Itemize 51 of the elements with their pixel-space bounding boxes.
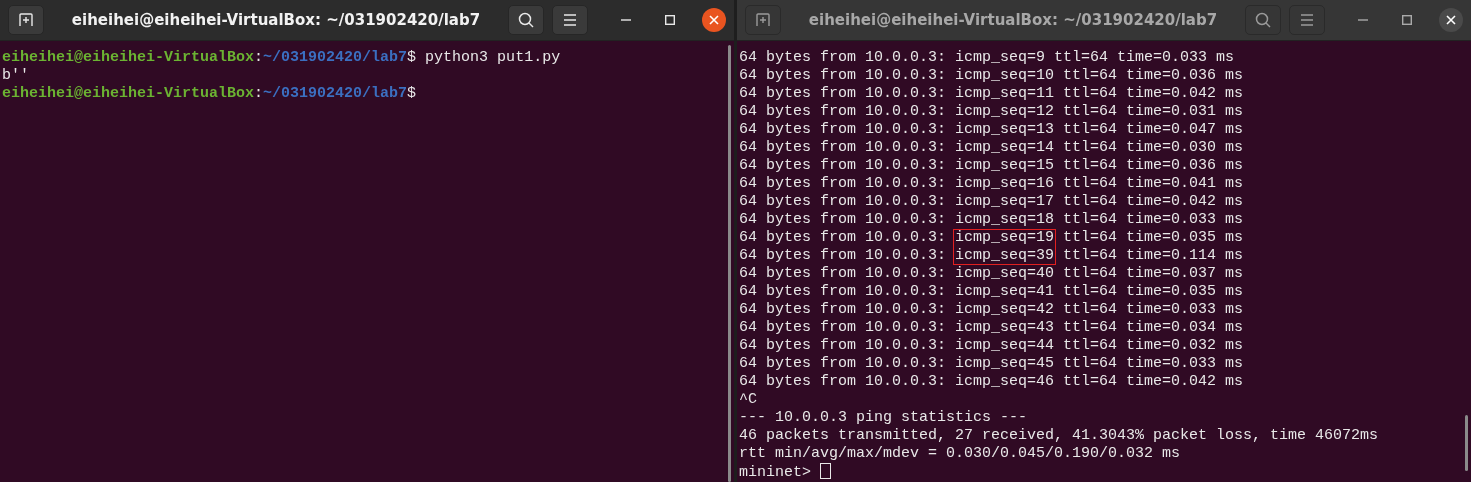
output-line: b'' bbox=[1, 67, 29, 85]
output-line: 64 bytes from 10.0.0.3: icmp_seq=41 ttl=64 time=0.035 ms bbox=[738, 283, 1244, 301]
output-line: 64 bytes from 10.0.0.3: icmp_seq=17 ttl=64 time=0.042 ms bbox=[738, 193, 1244, 211]
menu-icon bbox=[563, 14, 577, 26]
output-line: 64 bytes from 10.0.0.3: icmp_seq=44 ttl=64 time=0.032 ms bbox=[738, 337, 1244, 355]
prompt-line: eiheihei@eiheihei-VirtualBox:~/031902420/lab7$ python3 put1.py bbox=[1, 49, 561, 67]
search-icon bbox=[517, 11, 535, 29]
search-button[interactable] bbox=[508, 5, 544, 35]
new-tab-icon bbox=[18, 12, 34, 28]
output-line: 64 bytes from 10.0.0.3: icmp_seq=18 ttl=64 time=0.033 ms bbox=[738, 211, 1244, 229]
close-icon bbox=[709, 15, 719, 25]
output-line: 64 bytes from 10.0.0.3: icmp_seq=12 ttl=64 time=0.031 ms bbox=[738, 103, 1244, 121]
prompt-line: eiheihei@eiheihei-VirtualBox:~/031902420/lab7$ bbox=[1, 85, 417, 103]
close-button[interactable] bbox=[702, 8, 726, 32]
new-tab-button[interactable] bbox=[8, 5, 44, 35]
scrollbar[interactable] bbox=[1465, 415, 1468, 471]
output-line: 64 bytes from 10.0.0.3: icmp_seq=39 ttl=64 time=0.114 ms bbox=[738, 247, 1244, 265]
output-line: 64 bytes from 10.0.0.3: icmp_seq=15 ttl=64 time=0.036 ms bbox=[738, 157, 1244, 175]
new-tab-icon bbox=[755, 12, 771, 28]
menu-icon bbox=[1300, 14, 1314, 26]
search-button[interactable] bbox=[1245, 5, 1281, 35]
scrollbar[interactable] bbox=[728, 45, 731, 482]
output-line: 64 bytes from 10.0.0.3: icmp_seq=42 ttl=64 time=0.033 ms bbox=[738, 301, 1244, 319]
output-line: 64 bytes from 10.0.0.3: icmp_seq=46 ttl=64 time=0.042 ms bbox=[738, 373, 1244, 391]
output-line: 64 bytes from 10.0.0.3: icmp_seq=43 ttl=64 time=0.034 ms bbox=[738, 319, 1244, 337]
menu-button[interactable] bbox=[552, 5, 588, 35]
output-line: 46 packets transmitted, 27 received, 41.3043% packet loss, time 46072ms bbox=[738, 427, 1379, 445]
maximize-icon bbox=[665, 15, 675, 25]
menu-button[interactable] bbox=[1289, 5, 1325, 35]
output-line: 64 bytes from 10.0.0.3: icmp_seq=13 ttl=64 time=0.047 ms bbox=[738, 121, 1244, 139]
output-line: --- 10.0.0.3 ping statistics --- bbox=[738, 409, 1028, 427]
output-line: ^C bbox=[738, 391, 757, 409]
close-icon bbox=[1446, 15, 1456, 25]
output-line: 64 bytes from 10.0.0.3: icmp_seq=40 ttl=64 time=0.037 ms bbox=[738, 265, 1244, 283]
window-title: eiheihei@eiheihei-VirtualBox: ~/031902420/lab7 bbox=[70, 11, 482, 29]
output-line: 64 bytes from 10.0.0.3: icmp_seq=11 ttl=64 time=0.042 ms bbox=[738, 85, 1244, 103]
search-icon bbox=[1254, 11, 1272, 29]
output-line: 64 bytes from 10.0.0.3: icmp_seq=9 ttl=64 time=0.033 ms bbox=[738, 49, 1235, 67]
output-line: 64 bytes from 10.0.0.3: icmp_seq=14 ttl=64 time=0.030 ms bbox=[738, 139, 1244, 157]
output-line: 64 bytes from 10.0.0.3: icmp_seq=16 ttl=64 time=0.041 ms bbox=[738, 175, 1244, 193]
minimize-icon bbox=[1358, 19, 1368, 21]
output-line: rtt min/avg/max/mdev = 0.030/0.045/0.190/0.032 ms bbox=[738, 445, 1181, 463]
output-line: 64 bytes from 10.0.0.3: icmp_seq=10 ttl=64 time=0.036 ms bbox=[738, 67, 1244, 85]
window-title: eiheihei@eiheihei-VirtualBox: ~/031902420/lab7 bbox=[807, 11, 1219, 29]
minimize-icon bbox=[621, 19, 631, 21]
new-tab-button[interactable] bbox=[745, 5, 781, 35]
output-line: 64 bytes from 10.0.0.3: icmp_seq=45 ttl=64 time=0.033 ms bbox=[738, 355, 1244, 373]
maximize-icon bbox=[1402, 15, 1412, 25]
output-line: 64 bytes from 10.0.0.3: icmp_seq=19 ttl=64 time=0.035 ms bbox=[738, 229, 1244, 247]
output-line: mininet> bbox=[737, 463, 831, 482]
close-button[interactable] bbox=[1439, 8, 1463, 32]
